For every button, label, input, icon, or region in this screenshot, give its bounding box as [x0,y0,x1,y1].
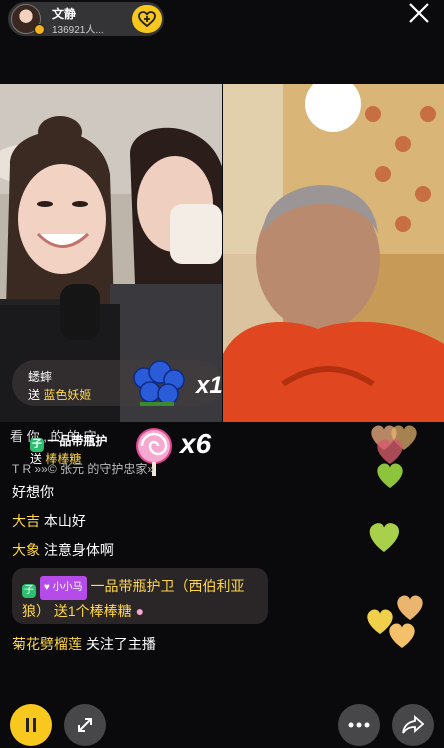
verified-badge-icon [34,24,45,35]
follow-message: 菊花劈榴莲 关注了主播 [12,634,156,654]
level-badge: 子 [22,584,36,598]
follow-button[interactable] [132,5,162,33]
gift2-multiplier: x6 [180,428,212,459]
chat-text: 好想你 [12,484,54,500]
heart-plus-icon [138,11,156,27]
more-dots-icon [348,722,370,728]
chat-message-2: 大吉 本山好 [12,511,86,531]
chat-text: 注意身体啊 [43,542,114,558]
close-button[interactable] [406,0,432,26]
gift-sender-name: 蟋蟀 [28,370,53,384]
gift-name: 蓝色妖姬 [43,388,92,402]
gift-description: 送 蓝色妖姬 [28,386,91,403]
chat-message-3: 大象 注意身体啊 [12,540,114,560]
more-button[interactable] [338,704,380,746]
video-feed-right[interactable] [223,84,444,422]
video-scene-right [223,84,444,422]
blue-rose-gift-icon [126,356,188,412]
chat-message-1: 好想你 [12,482,54,502]
expand-icon [78,718,92,732]
chat-user[interactable]: 大象 [12,542,40,558]
marquee-left: T R [12,462,32,476]
pause-button[interactable] [10,704,52,746]
fan-tag-label: 小小马 [52,582,83,593]
gift2-sender: 子 一品带瓶护 [30,432,107,452]
close-icon [409,3,429,23]
guard-marquee: T R »»© 张元 的守护忠家» [12,460,154,477]
gift-chat-action: 送1个棒棒糖 [53,603,132,619]
floating-hearts-icon [367,425,423,648]
follow-text: 关注了主播 [85,636,156,652]
share-button[interactable] [392,704,434,746]
fullscreen-button[interactable] [64,704,106,746]
gift-chat-content: 子 ♥ 小小马 一品带瓶护卫（西伯利亚狼） 送1个棒棒糖 ● [22,575,262,622]
pause-icon [26,718,36,732]
share-icon [402,715,424,734]
host-info[interactable]: 文静 136921人... [8,2,164,36]
chat-user[interactable]: 大吉 [12,513,40,529]
host-fan-count: 136921人... [52,25,104,36]
gift-send-prefix: 送 [28,388,41,402]
lollipop-icon: ● [135,603,145,619]
chat-text: 本山好 [43,513,86,529]
marquee-text: »»© 张元 的守护忠家» [34,462,155,476]
host-name: 文静 [52,7,77,21]
gift-multiplier: x1 [196,372,223,399]
fan-tag: ♥ 小小马 [39,576,87,600]
follow-user[interactable]: 菊花劈榴莲 [12,636,82,652]
gift2-sender-name: 一品带瓶护 [47,434,108,448]
